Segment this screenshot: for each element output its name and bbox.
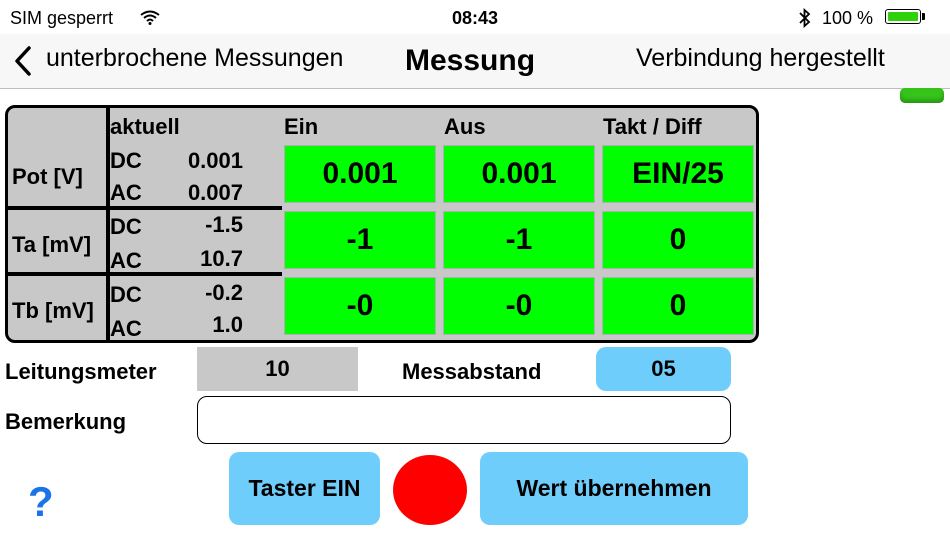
pot-on-value: 0.001 — [284, 145, 436, 203]
ac-label: AC — [110, 316, 142, 341]
ac-value: 10.7 — [200, 246, 243, 271]
status-bar: SIM gesperrt 08:43 100 % — [0, 0, 950, 34]
status-indicator-light — [393, 455, 467, 525]
chevron-left-icon[interactable] — [12, 44, 34, 78]
battery-fill — [888, 12, 918, 21]
dc-value: -1.5 — [205, 212, 243, 237]
table-divider — [8, 272, 282, 276]
pot-cycle-value: EIN/25 — [602, 145, 754, 203]
tb-cycle-value: 0 — [602, 277, 754, 335]
ta-cycle-value: 0 — [602, 211, 754, 269]
interval-field[interactable]: 05 — [596, 347, 731, 391]
navigation-bar: unterbrochene Messungen Messung Verbindu… — [0, 34, 950, 89]
dc-value: -0.2 — [205, 280, 243, 305]
header-on: Ein — [284, 114, 319, 139]
row-label-pot: Pot [V] — [12, 164, 83, 189]
taster-button[interactable]: Taster EIN — [229, 452, 380, 525]
battery-icon — [885, 9, 921, 24]
row-label-tb: Tb [mV] — [12, 298, 94, 323]
header-cycle-diff: Takt / Diff — [603, 114, 702, 139]
dc-label: DC — [110, 148, 142, 173]
tb-off-value: -0 — [443, 277, 595, 335]
dc-value: 0.001 — [187, 148, 243, 173]
battery-percent: 100 % — [822, 8, 874, 28]
connection-status: Verbindung hergestellt — [636, 44, 885, 72]
page-title: Messung — [405, 44, 536, 77]
remark-input[interactable] — [197, 396, 731, 444]
ac-value: 0.007 — [187, 180, 243, 205]
help-button[interactable]: ? — [28, 478, 54, 526]
remark-label: Bemerkung — [5, 409, 127, 434]
interval-label: Messabstand — [402, 359, 542, 384]
row-label-ta: Ta [mV] — [12, 232, 92, 257]
accept-value-button[interactable]: Wert übernehmen — [480, 452, 748, 525]
battery-nub — [922, 13, 925, 20]
header-current: aktuell — [110, 114, 180, 139]
measurement-table: aktuell Ein Aus Takt / Diff Pot [V] DC 0… — [5, 105, 759, 343]
bluetooth-icon — [799, 8, 811, 28]
line-meter-label: Leitungsmeter — [5, 359, 157, 384]
dc-label: DC — [110, 282, 142, 307]
ta-on-value: -1 — [284, 211, 436, 269]
ta-off-value: -1 — [443, 211, 595, 269]
dc-label: DC — [110, 214, 142, 239]
ac-label: AC — [110, 180, 142, 205]
tb-on-value: -0 — [284, 277, 436, 335]
table-divider — [8, 206, 282, 210]
ac-label: AC — [110, 248, 142, 273]
line-meter-field[interactable]: 10 — [197, 347, 358, 391]
header-off: Aus — [444, 114, 486, 139]
ac-value: 1.0 — [212, 312, 243, 337]
device-battery-icon — [900, 88, 944, 103]
pot-off-value: 0.001 — [443, 145, 595, 203]
back-button[interactable]: unterbrochene Messungen — [46, 44, 343, 73]
